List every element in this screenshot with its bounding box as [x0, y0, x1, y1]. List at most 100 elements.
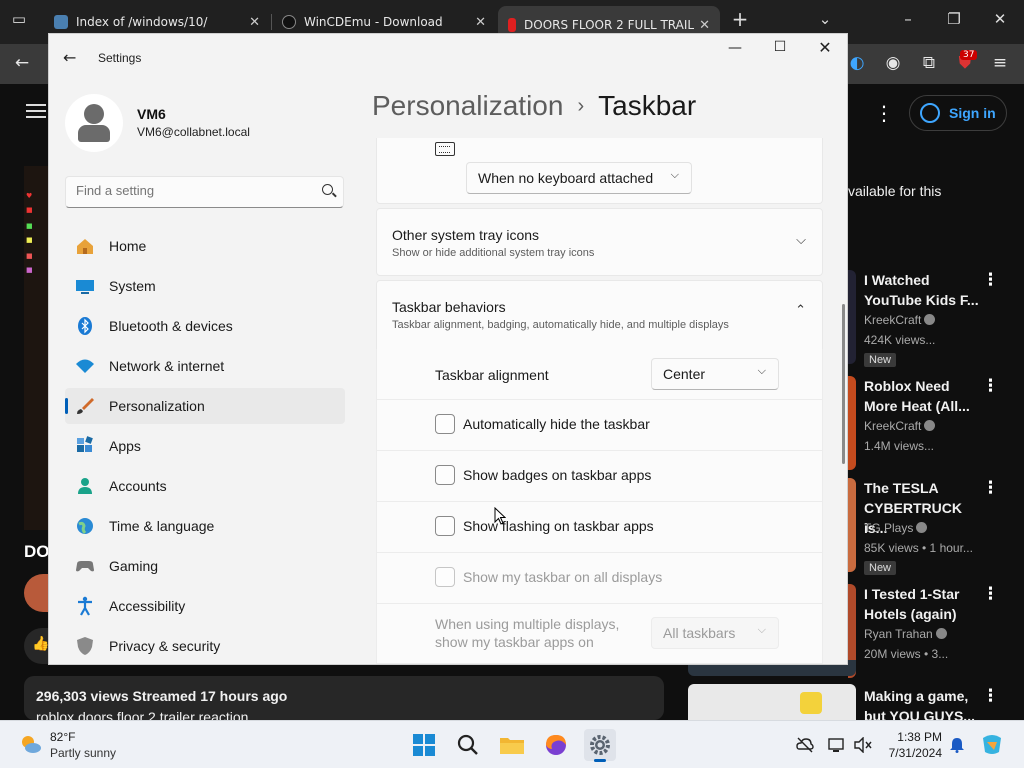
verified-icon — [924, 420, 936, 431]
notification-bell-icon[interactable] — [948, 737, 966, 753]
chevron-down-icon[interactable]: ⌵ — [796, 233, 806, 248]
browser-back-icon[interactable]: ← — [11, 53, 33, 73]
rec-more-icon[interactable]: ⋮ — [982, 584, 999, 604]
sidebar-item-network[interactable]: Network & internet — [65, 348, 345, 384]
partly-sunny-icon[interactable] — [18, 733, 42, 755]
firefox-button[interactable] — [540, 729, 572, 761]
browser-menu-icon[interactable]: ≡ — [989, 53, 1011, 73]
search-field[interactable] — [65, 176, 344, 208]
thumbnail[interactable] — [688, 684, 856, 720]
sign-in-button[interactable]: Sign in — [909, 95, 1007, 131]
close-browser-icon[interactable]: ✕ — [989, 10, 1011, 28]
taskbar-behaviors-card[interactable]: Taskbar behaviors Taskbar alignment, bad… — [376, 280, 823, 350]
thumbnail[interactable] — [848, 270, 856, 364]
tab-list-chevron-icon[interactable]: ⌄ — [814, 10, 836, 28]
minimize-icon[interactable]: — — [725, 40, 745, 56]
settings-titlebar[interactable]: ← Settings — ☐ ✕ — [49, 34, 847, 82]
youtube-more-icon[interactable]: ⋮ — [874, 101, 894, 125]
sidebar-item-time-language[interactable]: Time & language — [65, 508, 345, 544]
thumbnail[interactable] — [848, 478, 856, 572]
verified-icon — [935, 628, 947, 639]
avatar[interactable] — [65, 94, 123, 152]
close-tab-icon[interactable]: ✕ — [249, 15, 260, 30]
back-arrow-icon[interactable]: ← — [63, 48, 76, 67]
network-monitor-icon[interactable] — [828, 737, 846, 753]
sidebar-item-home[interactable]: Home — [65, 228, 345, 264]
restore-browser-icon[interactable]: ❐ — [943, 10, 965, 28]
new-badge: New — [864, 353, 897, 367]
file-explorer-button[interactable] — [496, 729, 528, 761]
badges-checkbox[interactable] — [435, 465, 455, 485]
video-description[interactable]: 296,303 views Streamed 17 hours ago robl… — [24, 676, 664, 720]
rec-more-icon[interactable]: ⋮ — [982, 270, 999, 290]
speaker-muted-icon[interactable] — [854, 737, 872, 753]
close-tab-icon[interactable]: ✕ — [475, 15, 486, 30]
sidebar-item-apps[interactable]: Apps — [65, 428, 345, 464]
tab-label: WinCDEmu - Download — [304, 15, 443, 29]
multi-display-row: When using multiple displays, show my tas… — [376, 604, 823, 664]
new-tab-icon[interactable]: + — [729, 7, 751, 31]
extension-blue-icon[interactable]: ◐ — [846, 53, 868, 73]
rec-channel: Ryan Trahan — [864, 627, 947, 641]
system-tray-icons-card[interactable]: Other system tray icons Show or hide add… — [376, 208, 823, 276]
flashing-checkbox[interactable] — [435, 516, 455, 536]
breadcrumb-parent[interactable]: Personalization — [372, 90, 563, 121]
copilot-icon[interactable] — [980, 734, 1004, 756]
breadcrumb: Personalization › Taskbar — [372, 90, 696, 122]
settings-taskbar-button[interactable] — [584, 729, 616, 762]
chevron-up-icon[interactable]: ⌃ — [795, 303, 806, 318]
taskbar-alignment-dropdown[interactable]: Center ⌵ — [651, 358, 779, 390]
clock-time: 1:38 PM — [897, 730, 942, 744]
home-icon — [77, 239, 93, 254]
mouse-cursor-icon — [494, 507, 506, 525]
maximize-icon[interactable]: ☐ — [770, 39, 790, 55]
like-button[interactable]: 👍 — [24, 628, 50, 664]
sidebar-item-privacy[interactable]: Privacy & security — [65, 628, 345, 664]
taskbar-alignment-row: Taskbar alignment Center ⌵ — [376, 349, 823, 400]
rec-title: I Watched YouTube Kids F... — [864, 272, 979, 308]
like-icon: 👍 — [32, 636, 50, 652]
close-icon[interactable]: ✕ — [815, 38, 835, 57]
sidebar-item-personalization[interactable]: Personalization — [65, 388, 345, 424]
extensions-puzzle-icon[interactable]: ⧉ — [918, 53, 940, 73]
search-button[interactable] — [452, 729, 484, 761]
start-button[interactable] — [408, 729, 440, 761]
video-player[interactable]: ♥ ■ ■ ■ ■ ■ — [24, 166, 48, 530]
keyboard-icon — [435, 142, 455, 156]
scrollbar[interactable] — [842, 304, 845, 464]
sidebar-item-system[interactable]: System — [65, 268, 345, 304]
weather-temp[interactable]: 82°F — [50, 730, 75, 744]
chevron-down-icon: ⌵ — [757, 624, 766, 636]
account-icon[interactable]: ◉ — [882, 53, 904, 73]
cloud-offline-icon[interactable] — [796, 737, 814, 753]
channel-avatar[interactable] — [24, 574, 48, 612]
rec-meta: 85K views • 1 hour... — [864, 541, 973, 555]
windows-taskbar: 82°F Partly sunny 1:38 PM 7/31/2024 — [0, 720, 1024, 768]
youtube-menu-icon[interactable] — [26, 104, 46, 118]
touch-keyboard-dropdown[interactable]: When no keyboard attached ⌵ — [466, 162, 692, 194]
firefox-icon — [546, 735, 566, 755]
user-circle-icon — [920, 103, 940, 123]
rec-more-icon[interactable]: ⋮ — [982, 376, 999, 396]
rec-more-icon[interactable]: ⋮ — [982, 686, 999, 706]
thumbnail[interactable] — [848, 376, 856, 470]
minimize-browser-icon[interactable]: – — [897, 10, 919, 28]
search-input[interactable] — [76, 183, 306, 198]
multi-display-dropdown[interactable]: All taskbars ⌵ — [651, 617, 779, 649]
all-displays-checkbox[interactable] — [435, 567, 455, 587]
system-icon — [76, 280, 94, 294]
search-icon[interactable] — [322, 184, 333, 195]
taskbar-clock[interactable]: 1:38 PM 7/31/2024 — [884, 729, 942, 761]
breadcrumb-separator-icon: › — [577, 95, 585, 117]
accounts-icon — [78, 478, 92, 494]
rec-meta: 20M views • 3... — [864, 647, 949, 661]
close-tab-icon[interactable]: ✕ — [695, 17, 710, 33]
sidebar-item-gaming[interactable]: Gaming — [65, 548, 345, 584]
sidebar-item-bluetooth[interactable]: Bluetooth & devices — [65, 308, 345, 344]
weather-condition[interactable]: Partly sunny — [50, 746, 116, 760]
sidebar-item-accounts[interactable]: Accounts — [65, 468, 345, 504]
sidebar-item-accessibility[interactable]: Accessibility — [65, 588, 345, 624]
auto-hide-checkbox[interactable] — [435, 414, 455, 434]
rec-more-icon[interactable]: ⋮ — [982, 478, 999, 498]
tab-actions-icon[interactable]: ▭ — [8, 10, 30, 28]
